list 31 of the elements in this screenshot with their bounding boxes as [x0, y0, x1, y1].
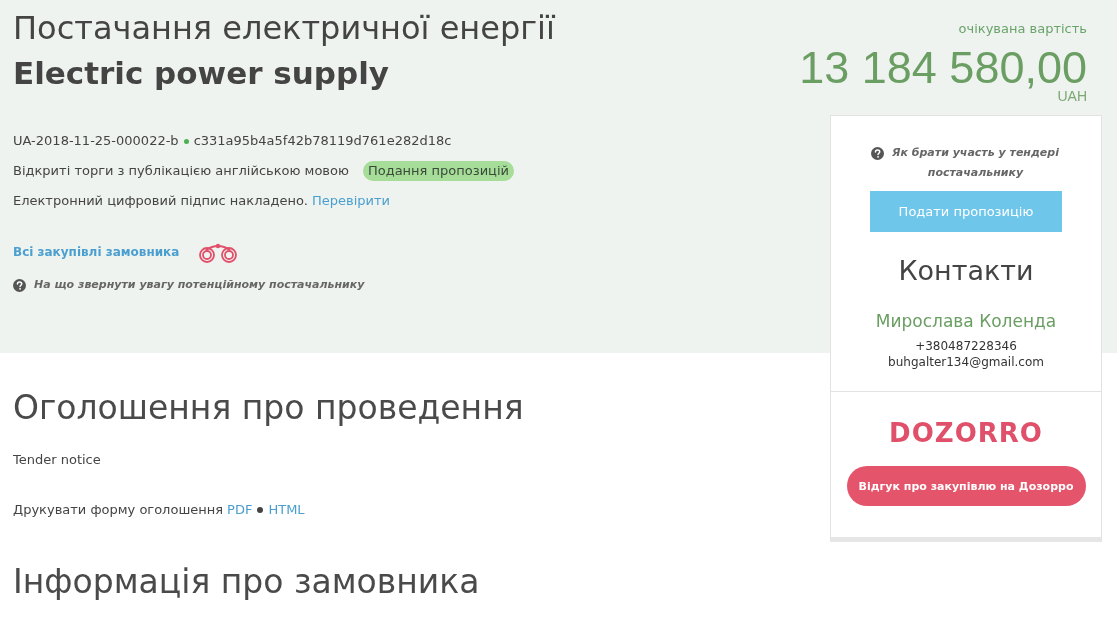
submit-bid-button[interactable]: Подати пропозицію	[870, 191, 1062, 232]
help-icon	[13, 278, 26, 292]
print-link[interactable]: HTML	[268, 500, 305, 520]
print-link[interactable]: PDF	[227, 500, 253, 520]
status-badge: Подання пропозицій	[362, 161, 514, 181]
buyer-tenders-link[interactable]: Всі закупівлі замовника	[13, 242, 180, 262]
section-heading: Інформація про замовника	[13, 561, 480, 603]
page-title: Постачання електричної енергії	[13, 10, 555, 46]
help-icon	[870, 147, 884, 160]
contacts-heading: Контакти	[898, 254, 1034, 288]
currency-label: UAH	[1057, 89, 1087, 103]
feedback-button[interactable]: Відгук про закупівлю на Дозорро	[846, 466, 1086, 506]
section-subtitle: Tender notice	[13, 451, 101, 469]
separator-dot-icon	[183, 138, 189, 144]
hash-text: c331a95b4a5f42b78119d761e282d18c	[193, 132, 452, 150]
expected-value: 13 184 580,00	[799, 45, 1087, 91]
contact-name: Мирослава Коленда	[875, 310, 1057, 333]
participation-help-link[interactable]: Як брати участь у тендері постачальнику	[889, 143, 1062, 183]
attention-hint-link[interactable]: На що звернути увагу потенційному постачальнику	[34, 275, 365, 295]
section-heading: Оголошення про проведення	[13, 387, 524, 429]
contact-phone: +380487228346	[915, 338, 1017, 354]
tender-id: UA-2018-11-25-000022-b	[13, 132, 179, 150]
value-label: очікувана вартість	[958, 20, 1087, 38]
signature-text: Електронний цифровий підпис накладено.	[13, 192, 308, 210]
procedure-type: Відкриті торги з публікацією англійською мовою	[13, 162, 349, 180]
contact-email: buhgalter134@gmail.com	[888, 354, 1044, 370]
verify-link[interactable]: Перевірити	[312, 191, 390, 211]
dozorro-logo: DOZORRO	[889, 417, 1043, 450]
page-subtitle: Electric power supply	[13, 55, 390, 91]
separator-dot-icon	[257, 507, 264, 513]
print-label: Друкувати форму оголошення	[13, 501, 224, 519]
